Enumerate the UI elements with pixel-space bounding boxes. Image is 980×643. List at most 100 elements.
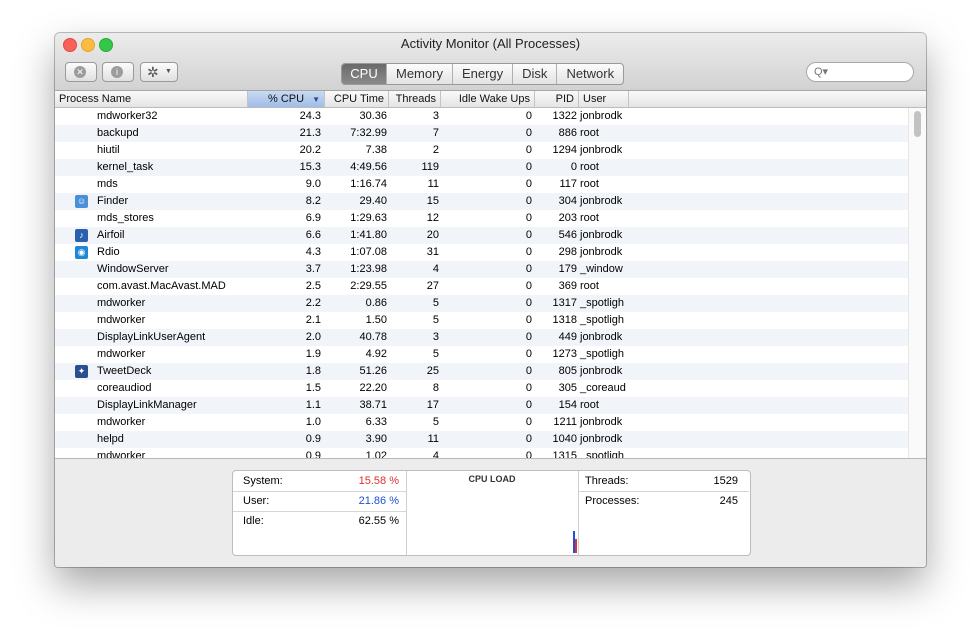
cpu-time-cell: 29.40 <box>359 195 387 207</box>
table-row[interactable]: com.avast.MacAvast.MAD 2.5 2:29.55 27 0 369 ro… <box>55 278 908 295</box>
table-row[interactable]: mdworker 1.9 4.92 5 0 1273 _spotligh <box>55 346 908 363</box>
process-name-cell: mdworker <box>97 416 146 428</box>
table-row[interactable]: coreaudiod 1.5 22.20 8 0 305 _coreaud <box>55 380 908 397</box>
rdio-icon: ◉ <box>75 246 88 259</box>
system-value: 15.58 % <box>358 475 399 487</box>
pid-cell: 304 <box>558 195 577 207</box>
table-row[interactable]: ♪ Airfoil 6.6 1:41.80 20 0 546 jonbrodk <box>55 227 908 244</box>
table-row[interactable]: kernel_task 15.3 4:49.56 119 0 0 root <box>55 159 908 176</box>
cpu-load-graph-background <box>407 489 577 553</box>
table-row[interactable]: mdworker32 24.3 30.36 3 0 1322 jonbrodk <box>55 108 908 125</box>
user-cell: jonbrodk <box>580 110 623 122</box>
airfoil-icon: ♪ <box>75 229 88 242</box>
table-row[interactable]: mdworker 2.1 1.50 5 0 1318 _spotligh <box>55 312 908 329</box>
table-row[interactable]: backupd 21.3 7:32.99 7 0 886 root <box>55 125 908 142</box>
table-row[interactable]: ☺ Finder 8.2 29.40 15 0 304 jonbrodk <box>55 193 908 210</box>
threads-cell: 3 <box>432 331 439 343</box>
cpu-cell: 6.6 <box>305 229 321 241</box>
cpu-load-graph <box>407 489 577 553</box>
table-row[interactable]: mds 9.0 1:16.74 11 0 117 root <box>55 176 908 193</box>
table-row[interactable]: helpd 0.9 3.90 11 0 1040 jonbrodk <box>55 431 908 448</box>
idle-wake-ups-cell: 0 <box>525 433 532 445</box>
cpu-cell: 8.2 <box>305 195 321 207</box>
user-cell: jonbrodk <box>580 433 623 445</box>
action-menu-button[interactable]: ✲ ▼ <box>140 62 178 82</box>
user-cell: root <box>580 399 599 411</box>
table-row[interactable]: mdworker 0.9 1.02 4 0 1315 _spotligh <box>55 448 908 458</box>
pid-cell: 179 <box>558 263 577 275</box>
threads-cell: 4 <box>432 450 439 458</box>
column-header-process-name[interactable]: Process Name <box>55 91 248 107</box>
cpu-load-label: CPU LOAD <box>468 474 516 484</box>
user-cell: jonbrodk <box>580 246 623 258</box>
column-header-user[interactable]: User <box>579 91 629 107</box>
stop-process-icon: ✕ <box>74 66 86 78</box>
table-row[interactable]: DisplayLinkUserAgent 2.0 40.78 3 0 449 jonbrod… <box>55 329 908 346</box>
divider <box>579 491 749 492</box>
pid-cell: 1273 <box>552 348 577 360</box>
threads-cell: 17 <box>426 399 439 411</box>
search-icon: Q▾ <box>814 66 829 78</box>
cpu-cell: 21.3 <box>299 127 321 139</box>
pid-cell: 298 <box>558 246 577 258</box>
user-cell: root <box>580 280 599 292</box>
table-row[interactable]: ✦ TweetDeck 1.8 51.26 25 0 805 jonbrodk <box>55 363 908 380</box>
scrollbar-thumb[interactable] <box>914 111 921 137</box>
column-header-cpu-time[interactable]: CPU Time <box>325 91 389 107</box>
column-header-cpu[interactable]: % CPU ▼ <box>248 91 325 107</box>
table-row[interactable]: hiutil 20.2 7.38 2 0 1294 jonbrodk <box>55 142 908 159</box>
tab-memory[interactable]: Memory <box>386 64 452 84</box>
cpu-time-cell: 38.71 <box>359 399 387 411</box>
cpu-cell: 2.1 <box>305 314 321 326</box>
search-field[interactable]: Q▾ <box>806 62 914 82</box>
tab-bar: CPU Memory Energy Disk Network <box>341 63 625 85</box>
inspect-process-button[interactable]: i <box>102 62 134 82</box>
column-header-pid[interactable]: PID <box>535 91 579 107</box>
cpu-cell: 9.0 <box>305 178 321 190</box>
info-icon: i <box>111 66 123 78</box>
cpu-time-cell: 2:29.55 <box>350 280 387 292</box>
table-row[interactable]: WindowServer 3.7 1:23.98 4 0 179 _window <box>55 261 908 278</box>
vertical-scrollbar[interactable] <box>908 108 926 458</box>
process-name-cell: com.avast.MacAvast.MAD <box>97 280 226 292</box>
pid-cell: 1211 <box>553 416 577 428</box>
table-row[interactable]: mds_stores 6.9 1:29.63 12 0 203 root <box>55 210 908 227</box>
tab-energy[interactable]: Energy <box>451 64 512 84</box>
idle-wake-ups-cell: 0 <box>525 263 532 275</box>
process-name-cell: mdworker <box>97 348 146 360</box>
threads-cell: 7 <box>432 127 439 139</box>
idle-wake-ups-cell: 0 <box>525 450 532 458</box>
cpu-time-cell: 4:49.56 <box>350 161 387 173</box>
cpu-time-cell: 1:29.63 <box>350 212 387 224</box>
pid-cell: 1040 <box>552 433 577 445</box>
system-label: System: <box>243 475 283 487</box>
process-name-cell: helpd <box>97 433 124 445</box>
quit-process-button[interactable]: ✕ <box>65 62 97 82</box>
pid-cell: 1317 <box>552 297 577 309</box>
user-cell: jonbrodk <box>580 229 623 241</box>
table-row[interactable]: ◉ Rdio 4.3 1:07.08 31 0 298 jonbrodk <box>55 244 908 261</box>
process-name-cell: WindowServer <box>97 263 169 275</box>
process-name-cell: mdworker32 <box>97 110 158 122</box>
pid-cell: 117 <box>559 178 577 190</box>
user-cell: _spotligh <box>580 450 625 458</box>
cpu-cell: 2.2 <box>305 297 321 309</box>
cpu-cell: 6.9 <box>305 212 321 224</box>
column-header-idle-wake-ups[interactable]: Idle Wake Ups <box>441 91 535 107</box>
tab-cpu[interactable]: CPU <box>342 64 386 84</box>
table-row[interactable]: DisplayLinkManager 1.1 38.71 17 0 154 root <box>55 397 908 414</box>
table-row[interactable]: mdworker 2.2 0.86 5 0 1317 _spotligh <box>55 295 908 312</box>
cpu-time-cell: 1.02 <box>365 450 387 458</box>
idle-value: 62.55 % <box>358 515 399 527</box>
threads-cell: 2 <box>432 144 439 156</box>
threads-value: 1529 <box>713 475 738 487</box>
table-row[interactable]: mdworker 1.0 6.33 5 0 1211 jonbrodk <box>55 414 908 431</box>
pid-cell: 805 <box>558 365 577 377</box>
column-header-threads[interactable]: Threads <box>389 91 441 107</box>
tab-disk[interactable]: Disk <box>512 64 556 84</box>
cpu-summary-panel: System: 15.58 % User: 21.86 % Idle: 62.5… <box>232 470 751 556</box>
tab-network[interactable]: Network <box>556 64 623 84</box>
threads-cell: 11 <box>427 178 439 190</box>
process-name-cell: mdworker <box>97 314 146 326</box>
user-cell: _spotligh <box>580 297 625 309</box>
